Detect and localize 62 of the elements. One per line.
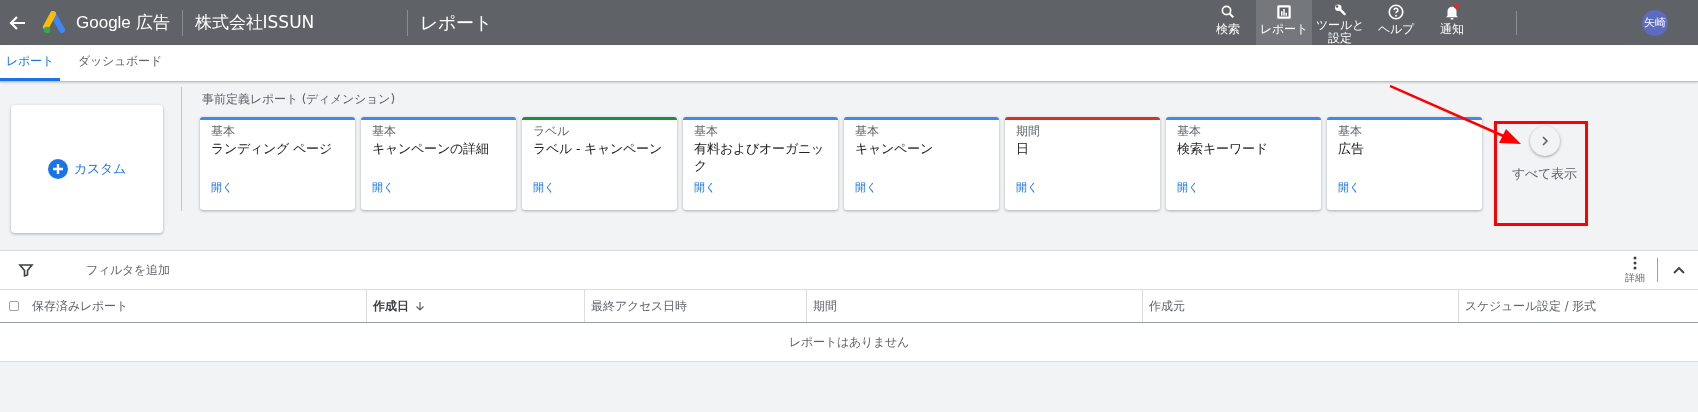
tab[interactable]: レポート [0, 45, 60, 81]
open-link[interactable]: 開く [211, 180, 233, 195]
card-category: 基本 [1177, 125, 1202, 138]
section-title: 事前定義レポート (ディメンション) [202, 91, 397, 108]
show-all-label[interactable]: すべて表示 [1512, 166, 1577, 183]
column-header[interactable]: 最終アクセス日時 [591, 298, 687, 314]
custom-report-button[interactable]: カスタム [11, 105, 163, 233]
empty-message: レポートはありません [789, 334, 909, 350]
card-category: 期間 [1016, 125, 1041, 138]
open-link[interactable]: 開く [694, 180, 716, 195]
card-title: ランディング ページ [211, 140, 333, 158]
card-title: キャンペーンの詳細 [372, 140, 490, 158]
open-link[interactable]: 開く [855, 180, 877, 195]
nav-button[interactable]: ヘルプ [1367, 0, 1424, 45]
report-card[interactable]: 基本 キャンペーン 開く [844, 117, 999, 210]
filter-icon[interactable] [18, 262, 34, 278]
checkbox[interactable] [9, 301, 19, 311]
nav-button[interactable]: レポート [1255, 0, 1312, 45]
report-card[interactable]: 基本 有料およびオーガニック 開く [683, 117, 838, 210]
open-link[interactable]: 開く [1177, 180, 1199, 195]
report-card[interactable]: 基本 広告 開く [1327, 117, 1482, 210]
logo-icon [42, 10, 68, 35]
nav-button[interactable]: 通知 [1423, 0, 1480, 45]
card-title: ラベル - キャンペーン [533, 140, 664, 158]
open-link[interactable]: 開く [533, 180, 555, 195]
card-title: キャンペーン [855, 140, 934, 158]
avatar[interactable]: 矢崎 [1641, 9, 1668, 36]
open-link[interactable]: 開く [372, 180, 394, 195]
report-card[interactable]: 基本 ランディング ページ 開く [200, 117, 355, 210]
nav-button[interactable]: 検索 [1199, 0, 1256, 45]
column-header[interactable]: スケジュール設定 / 形式 [1465, 298, 1597, 314]
open-link[interactable]: 開く [1016, 180, 1038, 195]
page-title: レポート [419, 10, 493, 35]
help-icon [1386, 3, 1405, 21]
card-title: 広告 [1338, 140, 1365, 158]
account-name[interactable]: 株式会社ISSUN [194, 11, 395, 34]
column-header[interactable]: 作成元 [1149, 298, 1185, 314]
bar-chart-icon [1274, 3, 1293, 21]
card-title: 日 [1016, 140, 1030, 158]
column-header[interactable]: 作成日 [373, 298, 409, 314]
open-link[interactable]: 開く [1338, 180, 1360, 195]
tab[interactable]: ダッシュボード [72, 45, 168, 81]
add-filter-label[interactable]: フィルタを追加 [86, 262, 1625, 278]
card-category: 基本 [855, 125, 880, 138]
report-card[interactable]: 期間 日 開く [1005, 117, 1160, 210]
sort-arrow-icon [415, 301, 425, 311]
plus-icon [48, 159, 68, 179]
card-category: ラベル [533, 125, 570, 138]
card-title: 有料およびオーガニック [694, 140, 825, 175]
report-card[interactable]: 基本 キャンペーンの詳細 開く [361, 117, 516, 210]
column-header[interactable]: 保存済みレポート [32, 298, 128, 314]
report-card[interactable]: ラベル ラベル - キャンペーン 開く [522, 117, 677, 210]
nav-button[interactable]: ツールと設定 [1311, 0, 1368, 45]
card-category: 基本 [694, 125, 719, 138]
column-header[interactable]: 期間 [813, 298, 837, 314]
card-title: 検索キーワード [1177, 140, 1269, 158]
more-button[interactable]: 詳細 [1625, 255, 1645, 285]
card-category: 基本 [1338, 125, 1363, 138]
product-name: Google 広告 [76, 12, 170, 34]
report-card[interactable]: 基本 検索キーワード 開く [1166, 117, 1321, 210]
card-category: 基本 [372, 125, 397, 138]
card-category: 基本 [211, 125, 236, 138]
